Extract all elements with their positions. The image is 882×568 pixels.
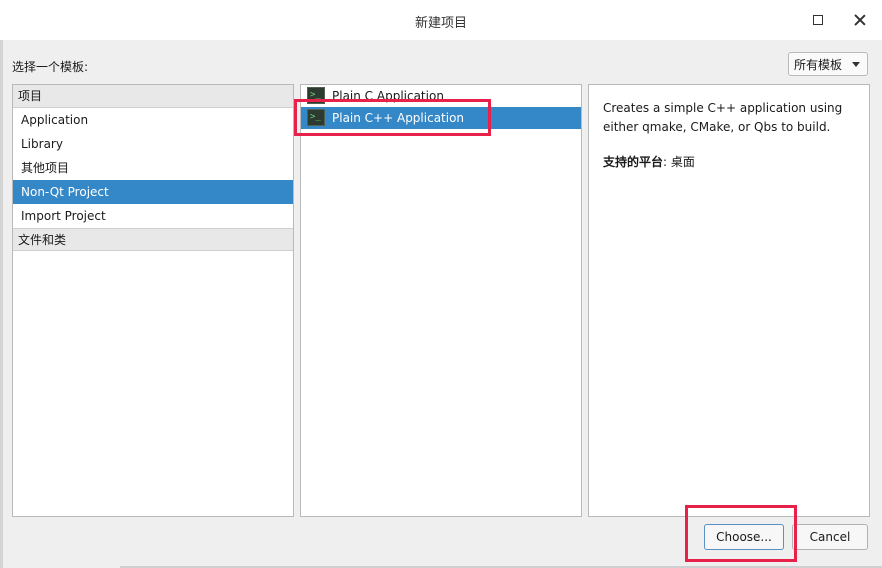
highlight-box-template xyxy=(294,99,491,136)
category-header-files-classes[interactable]: 文件和类 xyxy=(13,228,293,251)
template-list: >_ Plain C Application >_ Plain C++ Appl… xyxy=(300,84,582,517)
category-item-import-project[interactable]: Import Project xyxy=(13,204,293,228)
category-header-projects: 项目 xyxy=(13,85,293,108)
category-item-library[interactable]: Library xyxy=(13,132,293,156)
cancel-button[interactable]: Cancel xyxy=(792,524,868,550)
platforms-value: : 桌面 xyxy=(663,155,695,169)
highlight-box-choose xyxy=(685,505,797,562)
window-edge xyxy=(0,40,3,568)
template-filter-value: 所有模板 xyxy=(794,57,843,72)
close-button[interactable] xyxy=(848,8,872,32)
maximize-button[interactable] xyxy=(806,8,830,32)
platforms-label: 支持的平台 xyxy=(603,155,664,169)
maximize-icon xyxy=(813,15,823,25)
window-title: 新建项目 xyxy=(414,16,467,31)
template-filter-select[interactable]: 所有模板 xyxy=(788,52,868,76)
close-icon xyxy=(854,14,866,26)
category-list: 项目 Application Library 其他项目 Non-Qt Proje… xyxy=(12,84,294,517)
template-description: Creates a simple C++ application using e… xyxy=(588,84,870,517)
category-item-other-projects[interactable]: 其他项目 xyxy=(13,156,293,180)
template-label: 选择一个模板: xyxy=(12,60,89,74)
description-text: Creates a simple C++ application using e… xyxy=(603,101,843,134)
category-item-non-qt-project[interactable]: Non-Qt Project xyxy=(13,180,293,204)
dropdown-arrow-icon xyxy=(852,62,860,67)
category-item-application[interactable]: Application xyxy=(13,108,293,132)
window-titlebar: 新建项目 xyxy=(0,0,882,40)
supported-platforms: 支持的平台: 桌面 xyxy=(603,153,855,172)
